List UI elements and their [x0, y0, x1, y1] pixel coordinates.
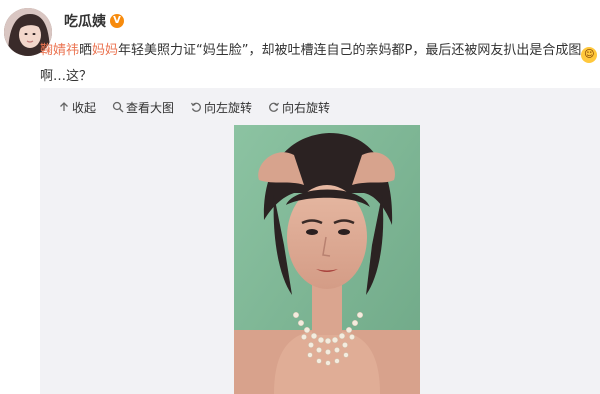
view-large-label: 查看大图: [126, 100, 175, 115]
post-text-segment: 年轻美照力证“妈生脸”，却被吐槽连自己的亲妈都P，最后还被网友扒出是合成图: [118, 43, 582, 58]
magnifier-icon: [112, 101, 124, 113]
image-toolbar: 收起 查看大图 向左旋转 向右旋转: [58, 98, 330, 116]
media-panel: 收起 查看大图 向左旋转 向右旋转: [40, 88, 600, 394]
view-large-button[interactable]: 查看大图: [112, 99, 174, 116]
username[interactable]: 吃瓜姨: [64, 11, 106, 31]
mention-link-star[interactable]: 鞠婧祎: [40, 43, 79, 58]
woman-portrait-photo-icon: [234, 125, 420, 394]
rotate-left-label: 向左旋转: [204, 100, 253, 115]
sweat-smile-emoji-icon: ☺: [581, 47, 598, 63]
post-text-segment: 晒: [79, 43, 93, 58]
post-text-segment: 啊…这？: [40, 69, 93, 84]
rotate-left-icon: [191, 102, 201, 112]
collapse-label: 收起: [72, 100, 97, 115]
collapse-up-icon: [60, 102, 68, 111]
post-text: 鞠婧祎晒妈妈年轻美照力证“妈生脸”，却被吐槽连自己的亲妈都P，最后还被网友扒出是…: [40, 38, 600, 90]
rotate-right-label: 向右旋转: [282, 100, 331, 115]
rotate-right-button[interactable]: 向右旋转: [268, 99, 330, 116]
collapse-button[interactable]: 收起: [58, 99, 96, 116]
verified-badge-icon: V: [110, 14, 124, 28]
rotate-left-button[interactable]: 向左旋转: [190, 99, 252, 116]
mention-link-mom[interactable]: 妈妈: [92, 43, 118, 58]
post-photo[interactable]: [234, 125, 420, 394]
username-row: 吃瓜姨 V: [64, 10, 124, 32]
weibo-post: 吃瓜姨 V 鞠婧祎晒妈妈年轻美照力证“妈生脸”，却被吐槽连自己的亲妈都P，最后还…: [0, 0, 600, 394]
rotate-right-icon: [269, 102, 280, 112]
